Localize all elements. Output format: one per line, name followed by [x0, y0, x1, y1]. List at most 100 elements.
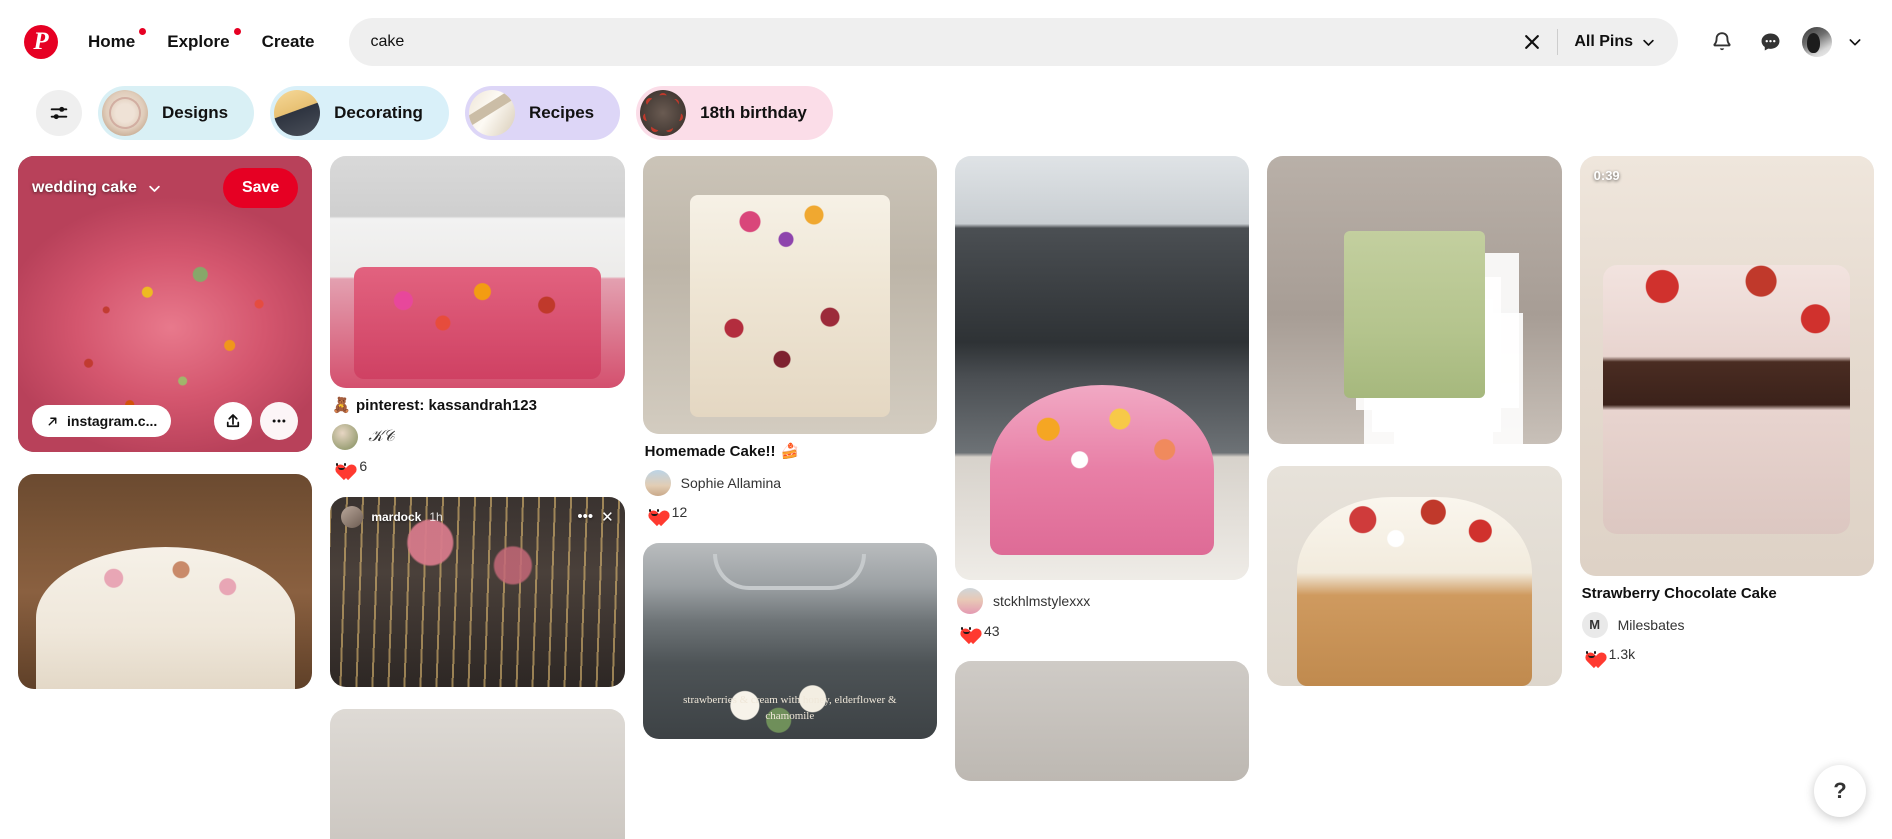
- nav-item-create-label: Create: [261, 32, 315, 51]
- pin-title-emoji: 🍰: [780, 443, 800, 460]
- pin-photo: [954, 661, 1250, 781]
- chevron-down-icon: [1643, 39, 1654, 46]
- pin-card-strawberry-chocolate-cake[interactable]: 0:39 Strawberry Chocolate Cake M Milesba…: [1579, 156, 1874, 663]
- pin-author[interactable]: M Milesbates: [1581, 611, 1872, 638]
- pin-reaction-count[interactable]: 1.3k: [1582, 646, 1872, 663]
- filter-sliders-icon[interactable]: [36, 90, 82, 136]
- pin-reaction-value: 43: [983, 622, 1000, 639]
- nav-item-home-label: Home: [88, 32, 136, 51]
- pin-card-pan-food-b[interactable]: [330, 708, 625, 839]
- pin-photo: [1267, 466, 1562, 686]
- pin-title-text: Homemade Cake!!: [644, 443, 776, 460]
- pin-title-text: pinterest: kassandrah123: [356, 397, 537, 414]
- chevron-down-icon: [149, 185, 160, 192]
- nav-item-explore[interactable]: Explore: [151, 22, 245, 62]
- pin-title-text: Strawberry Chocolate Cake: [1581, 585, 1777, 602]
- pin-image-pan-food-b[interactable]: [330, 708, 625, 839]
- filter-chip-designs-thumbnail: [102, 90, 148, 136]
- pin-image-green-daisy-cake[interactable]: [1267, 156, 1562, 444]
- pin-photo: [954, 156, 1250, 580]
- pin-card-daisy-strawberry[interactable]: [1267, 466, 1562, 686]
- video-duration-badge: 0:39: [1593, 168, 1620, 183]
- messages-button[interactable]: [1748, 20, 1792, 64]
- filter-chip-recipes[interactable]: Recipes: [464, 86, 621, 140]
- pin-image-kassandrah[interactable]: [330, 156, 625, 388]
- help-button[interactable]: ?: [1814, 765, 1866, 817]
- pin-author-name: stckhlmstylexxx: [992, 593, 1091, 609]
- grid-column-3: Homemade Cake!! 🍰 Sophie Allamina 12 str…: [642, 156, 937, 739]
- top-navigation-bar: P Home Explore Create All Pins: [0, 0, 1892, 84]
- pin-image-wood-cake[interactable]: [18, 474, 313, 689]
- grid-column-5: [1267, 156, 1562, 686]
- pin-meta: 🧸 pinterest: kassandrah123 𝒦𝒞 6: [330, 388, 624, 475]
- pin-author[interactable]: Sophie Allamina: [644, 469, 935, 496]
- filter-chip-designs-label: Designs: [162, 103, 229, 122]
- profile-avatar[interactable]: [1802, 27, 1832, 57]
- filter-chip-recipes-label: Recipes: [528, 103, 595, 122]
- notifications-button[interactable]: [1700, 20, 1744, 64]
- account-menu-chevron-down-icon[interactable]: [1840, 22, 1870, 62]
- share-icon[interactable]: [214, 402, 253, 440]
- avatar: M: [1581, 611, 1608, 638]
- close-icon[interactable]: ✕: [601, 508, 614, 526]
- pin-image-strawberry-chocolate-cake[interactable]: 0:39: [1579, 156, 1874, 576]
- search-scope-label: All Pins: [1574, 33, 1633, 50]
- pin-author[interactable]: 𝒦𝒞: [332, 423, 622, 450]
- pin-card-kassandrah[interactable]: 🧸 pinterest: kassandrah123 𝒦𝒞 6: [330, 156, 625, 475]
- pin-image-homemade-cake[interactable]: [642, 156, 937, 434]
- pin-author-name: 𝒦𝒞: [368, 427, 395, 445]
- nav-home-badge-dot: [139, 28, 147, 35]
- nav-item-home[interactable]: Home: [72, 22, 151, 62]
- pin-image-caption: strawberries & cream with honey, elderfl…: [683, 693, 897, 722]
- pin-photo: [18, 474, 313, 689]
- story-author-name: mardock: [371, 509, 422, 524]
- grid-column-6: 0:39 Strawberry Chocolate Cake M Milesba…: [1579, 156, 1874, 663]
- pin-image-pan-cake[interactable]: strawberries & cream with honey, elderfl…: [642, 542, 937, 739]
- pin-reaction-count[interactable]: 6: [332, 458, 622, 475]
- pin-photo: [330, 708, 625, 839]
- board-selector-label: wedding cake: [32, 179, 137, 196]
- pin-reaction-value: 6: [359, 458, 368, 474]
- pin-source-link[interactable]: instagram.c...: [32, 405, 172, 437]
- more-horizontal-icon[interactable]: •••: [577, 508, 593, 525]
- search-input[interactable]: [370, 33, 1514, 51]
- pin-card-wood-cake[interactable]: [18, 474, 313, 689]
- avatar: [332, 423, 359, 450]
- pin-image-wedding-cake[interactable]: wedding cake Save instagram.c...: [18, 156, 313, 452]
- more-horizontal-icon[interactable]: [260, 402, 299, 440]
- pin-image-grey[interactable]: [954, 661, 1250, 781]
- search-scope-selector[interactable]: All Pins: [1564, 33, 1672, 51]
- grid-column-2: 🧸 pinterest: kassandrah123 𝒦𝒞 6 mardock …: [330, 156, 625, 839]
- heart-icon: [645, 504, 664, 521]
- pin-image-daisy-strawberry[interactable]: [1267, 466, 1562, 686]
- pin-card-homemade-cake[interactable]: Homemade Cake!! 🍰 Sophie Allamina 12: [642, 156, 937, 521]
- pinterest-logo-icon[interactable]: P: [24, 25, 58, 59]
- board-selector[interactable]: wedding cake: [32, 179, 162, 197]
- filter-chip-recipes-thumbnail: [468, 90, 515, 136]
- save-button[interactable]: Save: [222, 168, 299, 208]
- filter-chip-decorating-thumbnail: [274, 90, 321, 136]
- pin-reaction-count[interactable]: 12: [645, 504, 935, 521]
- pin-author[interactable]: stckhlmstylexxx: [956, 588, 1247, 614]
- pin-card-wedding-cake[interactable]: wedding cake Save instagram.c...: [18, 156, 313, 452]
- pin-reaction-count[interactable]: 43: [957, 622, 1247, 639]
- pin-card-pan-cake[interactable]: strawberries & cream with honey, elderfl…: [642, 542, 937, 739]
- pin-card-stckhlmstylexxx[interactable]: stckhlmstylexxx 43: [954, 156, 1250, 639]
- filter-chip-18th-birthday[interactable]: 18th birthday: [636, 86, 833, 140]
- pin-hover-bottom-overlay: instagram.c...: [18, 390, 312, 452]
- pin-card-green-daisy-cake[interactable]: [1267, 156, 1562, 444]
- clear-search-icon[interactable]: [1513, 23, 1551, 61]
- pin-card-candles-story[interactable]: mardock 1h ••• ✕: [330, 496, 625, 687]
- pin-image-stckhlm[interactable]: [954, 156, 1250, 580]
- nav-item-create[interactable]: Create: [246, 22, 331, 62]
- pin-author-name: Sophie Allamina: [680, 474, 782, 491]
- pin-card-grey[interactable]: [954, 661, 1250, 781]
- pin-image-candles[interactable]: mardock 1h ••• ✕: [330, 496, 625, 687]
- search-bar[interactable]: All Pins: [348, 18, 1678, 66]
- avatar: [341, 505, 364, 528]
- filter-chip-designs[interactable]: Designs: [98, 86, 255, 140]
- pin-title-emoji: 🧸: [332, 397, 352, 414]
- filter-chip-decorating[interactable]: Decorating: [270, 86, 449, 140]
- pin-source-label: instagram.c...: [67, 413, 158, 429]
- pinterest-logo-letter: P: [33, 27, 49, 55]
